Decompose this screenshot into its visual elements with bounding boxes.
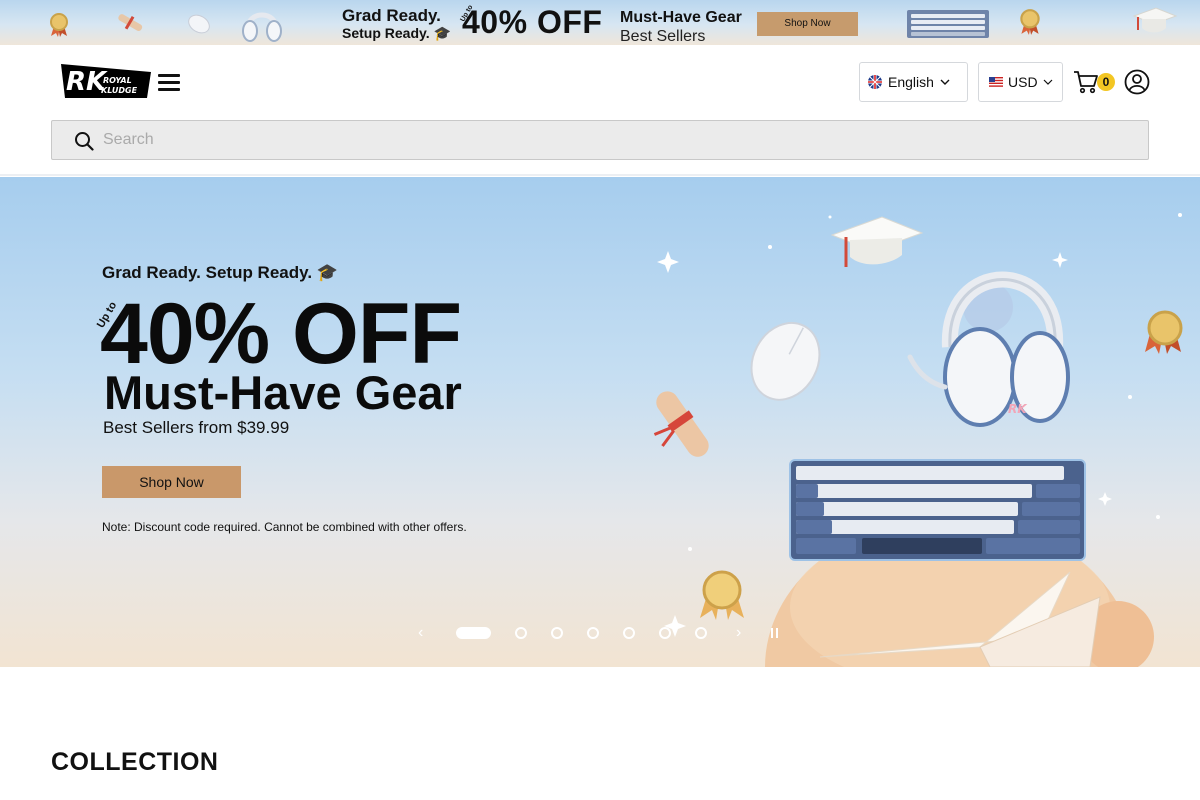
hero-headline: Must-Have Gear (104, 366, 462, 419)
headset-icon (242, 12, 282, 42)
grad-cap-icon (1132, 7, 1178, 33)
medal-icon (50, 13, 68, 37)
site-header: RK ROYAL KLUDGE English USD 0 (0, 45, 1200, 176)
carousel-dot[interactable] (515, 627, 527, 639)
search-icon[interactable] (74, 131, 94, 151)
svg-text:RK: RK (1008, 402, 1028, 416)
announce-shop-now-button[interactable]: Shop Now (757, 12, 858, 36)
announce-line-2: Setup Ready. 🎓 (342, 25, 451, 41)
currency-label: USD (1008, 74, 1038, 90)
search-bar (51, 120, 1149, 160)
hero-eyebrow: Grad Ready. Setup Ready. 🎓 (102, 263, 338, 282)
chevron-down-icon (940, 79, 950, 85)
collection-heading: COLLECTION (51, 748, 219, 776)
announcement-bar[interactable]: Grad Ready. Setup Ready. 🎓 Up to 40% OFF… (0, 0, 1200, 45)
diploma-icon (118, 14, 143, 31)
language-selector[interactable]: English (859, 62, 968, 102)
carousel-dot[interactable] (551, 627, 563, 639)
carousel-dot[interactable] (456, 627, 491, 639)
user-icon[interactable] (1124, 69, 1150, 95)
announce-discount: 40% OFF (462, 4, 603, 40)
announce-line-1: Grad Ready. (342, 6, 441, 25)
hero-note: Note: Discount code required. Cannot be … (102, 520, 467, 534)
hero-subline: Best Sellers from $39.99 (103, 418, 290, 437)
pause-icon[interactable] (771, 628, 779, 638)
language-label: English (888, 74, 934, 90)
cart-icon[interactable] (1073, 69, 1099, 95)
cart-count-badge: 0 (1097, 73, 1115, 91)
chevron-down-icon (1043, 79, 1052, 85)
hero-banner[interactable]: Grad Ready. Setup Ready. 🎓 Up to 40% OFF… (0, 177, 1200, 667)
announce-subline: Best Sellers (620, 28, 706, 45)
prev-slide-arrow-icon[interactable]: ‹ (418, 625, 423, 641)
uk-flag-icon (868, 75, 882, 89)
carousel-dot[interactable] (659, 627, 671, 639)
mouse-icon (188, 14, 210, 34)
carousel-controls: ‹ › (0, 625, 1200, 641)
us-flag-icon (989, 77, 1003, 87)
hamburger-menu-icon[interactable] (158, 74, 180, 92)
carousel-dot[interactable] (695, 627, 707, 639)
keyboard-image (907, 10, 989, 38)
hero-shop-now-button[interactable]: Shop Now (102, 466, 241, 498)
hero-product-artwork: RK (653, 213, 1183, 667)
currency-selector[interactable]: USD (978, 62, 1063, 102)
carousel-dot[interactable] (587, 627, 599, 639)
search-input[interactable] (103, 121, 1103, 159)
announce-headline: Must-Have Gear (620, 9, 742, 26)
next-slide-arrow-icon[interactable]: › (736, 625, 741, 641)
carousel-dot[interactable] (623, 627, 635, 639)
royal-kludge-logo[interactable]: RK ROYAL KLUDGE (61, 62, 151, 102)
svg-text:ROYAL: ROYAL (103, 76, 132, 85)
svg-text:KLUDGE: KLUDGE (101, 86, 138, 95)
medal-icon (1020, 9, 1040, 35)
